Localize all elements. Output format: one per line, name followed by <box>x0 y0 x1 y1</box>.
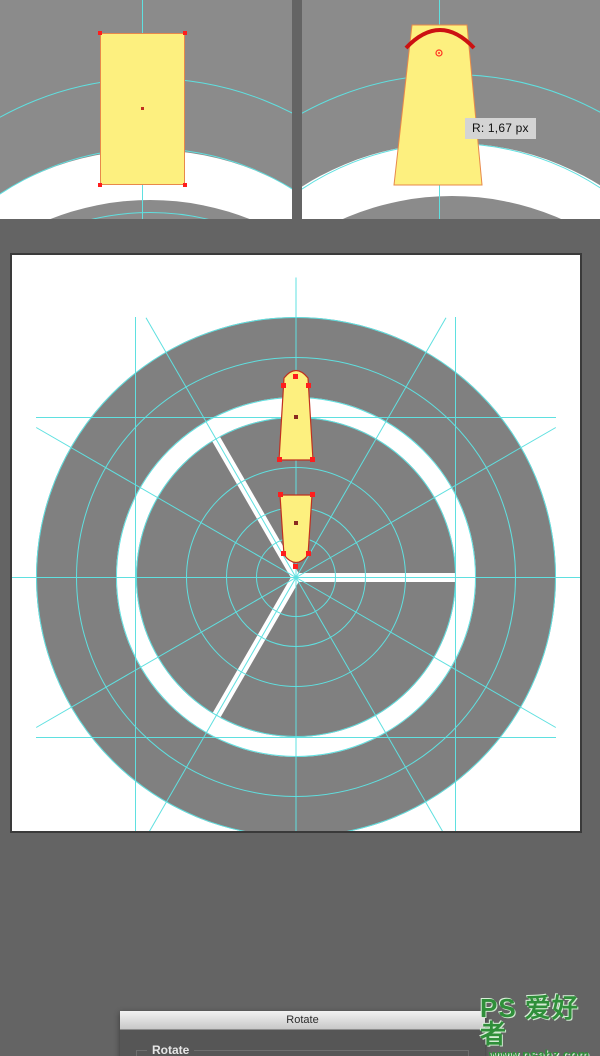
artwork-group-selected[interactable] <box>12 255 580 831</box>
dialog-title: Rotate <box>286 1014 319 1026</box>
anchor-b-right[interactable] <box>306 551 311 556</box>
anchor-top-left[interactable] <box>281 383 286 388</box>
artboard-content <box>12 255 580 831</box>
anchor-center-bottom <box>294 521 298 525</box>
anchor-bottom-right[interactable] <box>183 183 187 187</box>
anchor-b-top-left[interactable] <box>278 492 283 497</box>
top-detail-panels: R: 1,67 px <box>0 0 600 219</box>
anchor-b-top-right[interactable] <box>310 492 315 497</box>
arc-center-dot <box>438 52 440 54</box>
anchor-b-left[interactable] <box>281 551 286 556</box>
detail-panel-plain-rectangle <box>0 0 292 219</box>
anchor-top-right[interactable] <box>306 383 311 388</box>
rotate-fieldset: Rotate Angle: Options: Transform Objects <box>136 1043 469 1056</box>
artwork-tapered-shape[interactable] <box>302 0 600 219</box>
main-canvas-area: Rotate Rotate Angle: Options: Transform … <box>0 219 600 1056</box>
anchor-base-right[interactable] <box>310 457 315 462</box>
artboard[interactable] <box>10 253 582 833</box>
anchor-top-left[interactable] <box>98 31 102 35</box>
anchor-b-apex[interactable] <box>293 564 298 569</box>
anchor-center-top <box>294 415 298 419</box>
dialog-titlebar[interactable]: Rotate <box>120 1011 485 1030</box>
anchor-base-left[interactable] <box>277 457 282 462</box>
anchor-top-apex[interactable] <box>293 374 298 379</box>
panel-divider <box>292 0 302 219</box>
fieldset-legend: Rotate <box>147 1043 195 1056</box>
anchor-bottom-left[interactable] <box>98 183 102 187</box>
radius-tooltip: R: 1,67 px <box>465 118 536 139</box>
dialog-body: Rotate Angle: Options: Transform Objects <box>120 1030 485 1056</box>
watermark: PS 爱好者 www.psahz.com <box>480 995 598 1056</box>
detail-panel-tapered-shape: R: 1,67 px <box>302 0 600 219</box>
rotate-dialog[interactable]: Rotate Rotate Angle: Options: Transform … <box>120 1011 485 1056</box>
watermark-brand: PS 爱好者 <box>480 993 579 1049</box>
watermark-url: www.psahz.com <box>488 1047 590 1056</box>
anchor-top-right[interactable] <box>183 31 187 35</box>
anchor-center-point <box>141 107 144 110</box>
